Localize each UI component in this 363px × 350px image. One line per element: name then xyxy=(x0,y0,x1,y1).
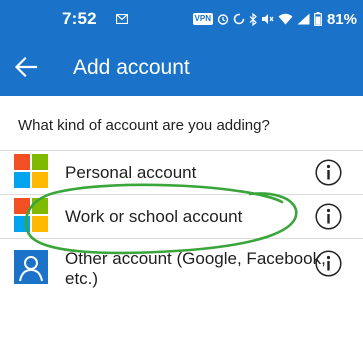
info-circle-icon[interactable] xyxy=(315,250,342,277)
wifi-icon xyxy=(278,13,293,25)
battery-icon xyxy=(314,12,322,26)
microsoft-logo-icon xyxy=(14,198,48,232)
vpn-badge: VPN xyxy=(192,13,213,25)
data-saver-icon xyxy=(233,13,245,25)
app-bar: Add account xyxy=(0,38,363,96)
other-account-label-line2: etc.) xyxy=(65,269,99,288)
info-circle-icon[interactable] xyxy=(315,159,342,186)
mail-icon xyxy=(116,14,128,24)
info-circle-icon[interactable] xyxy=(315,203,342,230)
account-type-prompt: What kind of account are you adding? xyxy=(18,117,270,134)
arrow-left-icon[interactable] xyxy=(12,54,40,80)
other-account-label-line1: Other account (Google, Facebook, xyxy=(65,249,326,268)
signal-icon xyxy=(297,13,310,25)
battery-percent: 81% xyxy=(326,10,357,28)
page-title: Add account xyxy=(73,56,190,79)
other-account-option[interactable]: Other account (Google, Facebook, etc.) xyxy=(0,239,363,294)
status-time: 7:52 xyxy=(62,9,97,28)
personal-account-label: Personal account xyxy=(65,163,197,182)
mute-icon xyxy=(261,14,274,24)
status-icons: VPN 81% xyxy=(192,10,357,28)
alarm-icon xyxy=(217,14,229,25)
person-icon xyxy=(14,250,48,284)
personal-account-option[interactable]: Personal account xyxy=(0,151,363,194)
bluetooth-icon xyxy=(249,12,257,26)
microsoft-logo-icon xyxy=(14,154,48,188)
work-account-option[interactable]: Work or school account xyxy=(0,195,363,238)
status-bar: 7:52 VPN 81% xyxy=(0,0,363,38)
work-account-label: Work or school account xyxy=(65,207,243,226)
